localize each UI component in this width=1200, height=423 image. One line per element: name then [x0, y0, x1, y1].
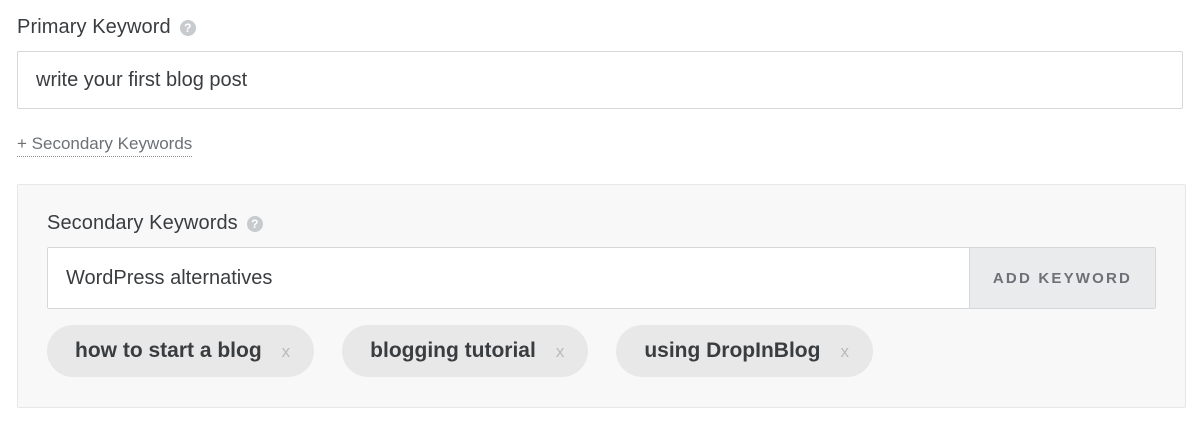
primary-keyword-input[interactable] — [17, 51, 1183, 109]
help-icon[interactable]: ? — [179, 20, 196, 36]
secondary-keywords-label-row: Secondary Keywords ? — [47, 211, 263, 235]
keyword-tag-list: how to start a blog x blogging tutorial … — [47, 325, 873, 377]
keyword-tag-label: using DropInBlog — [644, 339, 821, 362]
secondary-keyword-input[interactable] — [48, 248, 969, 308]
secondary-keyword-input-group: ADD KEYWORD — [47, 247, 1156, 309]
keyword-tag-label: blogging tutorial — [370, 339, 536, 362]
keyword-tag: blogging tutorial x — [342, 325, 589, 377]
close-icon[interactable]: x — [840, 343, 849, 360]
primary-keyword-label: Primary Keyword — [17, 15, 171, 38]
keyword-tag: how to start a blog x — [47, 325, 315, 377]
secondary-keywords-label: Secondary Keywords — [47, 211, 238, 234]
close-icon[interactable]: x — [282, 343, 291, 360]
keyword-tag: using DropInBlog x — [616, 325, 873, 377]
close-icon[interactable]: x — [556, 343, 565, 360]
secondary-keywords-panel: Secondary Keywords ? ADD KEYWORD how to … — [17, 184, 1186, 408]
keyword-tag-label: how to start a blog — [75, 339, 262, 362]
primary-keyword-label-row: Primary Keyword ? — [17, 15, 196, 39]
secondary-keywords-toggle-link[interactable]: + Secondary Keywords — [17, 134, 193, 157]
help-icon[interactable]: ? — [246, 216, 263, 232]
add-keyword-button[interactable]: ADD KEYWORD — [969, 248, 1155, 308]
